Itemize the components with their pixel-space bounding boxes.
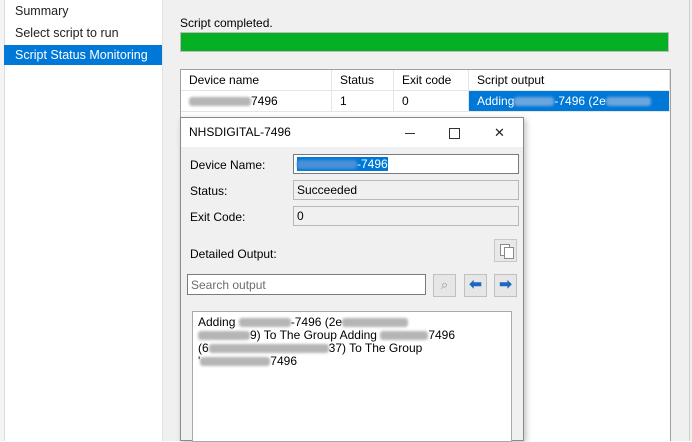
status-field: Succeeded [293, 180, 519, 200]
redacted-text [297, 160, 357, 170]
status-text: Script completed. [180, 16, 273, 30]
status-label: Status: [190, 184, 228, 198]
search-output-input[interactable] [187, 274, 426, 295]
previous-match-button[interactable]: ⬅ [464, 274, 487, 297]
maximize-button[interactable] [432, 118, 477, 147]
grid-header: Device name Status Exit code Script outp… [181, 70, 670, 91]
redacted-text [200, 357, 271, 367]
sidebar-item-summary[interactable]: Summary [4, 1, 162, 21]
redacted-text [189, 97, 251, 107]
redacted-text [380, 331, 429, 341]
sidebar-edge [0, 0, 5, 441]
cell-device-name[interactable]: 7496 [181, 91, 332, 112]
exit-code-label: Exit Code: [190, 210, 246, 224]
sidebar-item-select-script[interactable]: Select script to run [4, 23, 162, 43]
redacted-text [238, 318, 291, 328]
exit-code-field: 0 [293, 206, 519, 226]
redacted-text [605, 97, 651, 107]
cell-status[interactable]: 1 [332, 91, 394, 112]
table-row[interactable]: 7496 1 0 Adding -7496 (2e [181, 91, 670, 112]
next-match-button[interactable]: ➡ [494, 274, 517, 297]
column-header-script-output[interactable]: Script output [469, 70, 670, 91]
output-line: ' 7496 [198, 355, 506, 368]
device-name-suffix: 7496 [251, 94, 278, 108]
arrow-left-icon: ⬅ [469, 276, 482, 293]
output-text: (6 [198, 341, 209, 355]
progress-bar [180, 32, 669, 52]
cell-exit-code[interactable]: 0 [394, 91, 469, 112]
find-button[interactable]: ⌕ [433, 274, 456, 297]
close-button[interactable]: ✕ [477, 118, 522, 147]
copy-icon-front [504, 247, 514, 259]
close-icon: ✕ [494, 125, 505, 140]
minimize-button[interactable] [387, 118, 432, 147]
detailed-output-label: Detailed Output: [190, 247, 277, 261]
sidebar: Summary Select script to run Script Stat… [0, 0, 163, 441]
device-name-value-suffix: -7496 [357, 157, 388, 171]
column-header-status[interactable]: Status [332, 70, 394, 91]
sidebar-item-script-status-monitoring[interactable]: Script Status Monitoring [4, 45, 162, 65]
column-header-exit-code[interactable]: Exit code [394, 70, 469, 91]
redacted-text [342, 318, 409, 328]
maximize-icon [449, 128, 460, 140]
minimize-icon [404, 133, 415, 135]
output-text: Adding [198, 315, 236, 329]
copy-button[interactable] [494, 239, 517, 262]
output-text: 7496 [270, 354, 297, 368]
output-prefix: Adding [477, 94, 515, 108]
output-line: (6 37) To The Group [198, 342, 506, 355]
progress-fill [181, 33, 668, 51]
dialog-titlebar[interactable]: NHSDIGITAL-7496 ✕ [181, 118, 523, 147]
redacted-text [208, 344, 329, 354]
magnifier-icon: ⌕ [440, 277, 449, 292]
output-suffix: -7496 (2e [554, 94, 606, 108]
redacted-text [198, 331, 250, 341]
device-output-dialog: NHSDIGITAL-7496 ✕ Device Name: -7496 Sta… [180, 117, 524, 442]
device-name-selection: -7496 [297, 157, 388, 171]
dialog-title: NHSDIGITAL-7496 [189, 125, 291, 139]
output-text: 9) To The Group Adding [250, 328, 377, 342]
output-text: 7496 [428, 328, 456, 342]
cell-script-output[interactable]: Adding -7496 (2e [469, 91, 670, 112]
output-text: -7496 (2e [290, 315, 343, 329]
output-text: 37) To The Group [328, 341, 423, 355]
device-name-label: Device Name: [190, 158, 266, 172]
column-header-device-name[interactable]: Device name [181, 70, 332, 91]
detailed-output-text[interactable]: Adding -7496 (2e 9) To The Group Adding … [192, 311, 512, 442]
device-name-field[interactable]: -7496 [293, 154, 519, 174]
arrow-right-icon: ➡ [499, 276, 512, 293]
redacted-text [514, 97, 555, 107]
